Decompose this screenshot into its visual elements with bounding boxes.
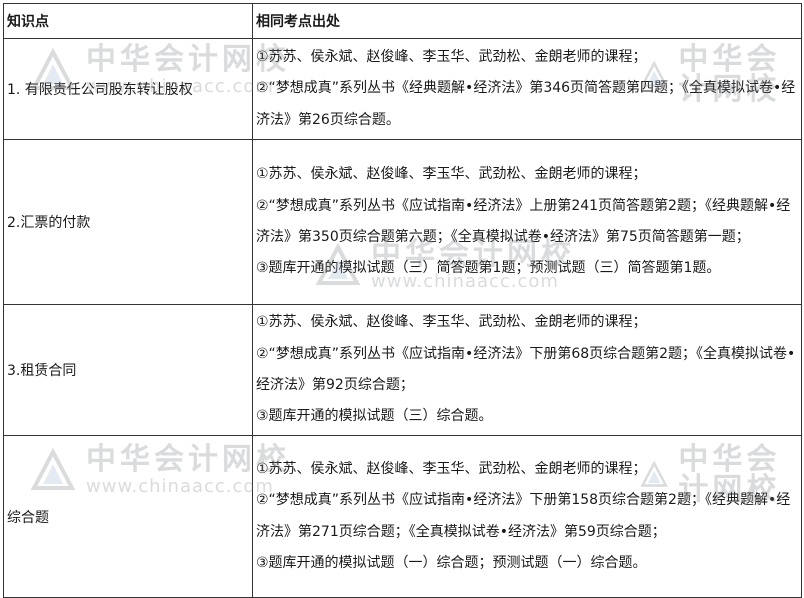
topic-cell: 综合题 bbox=[3, 435, 253, 598]
header-knowledge-point: 知识点 bbox=[3, 3, 253, 39]
table-row: 综合题 ①苏苏、侯永斌、赵俊峰、李玉华、武劲松、金朗老师的课程； ②“梦想成真”… bbox=[3, 435, 802, 598]
source-line: ①苏苏、侯永斌、赵俊峰、李玉华、武劲松、金朗老师的课程； bbox=[256, 460, 647, 477]
source-line: ①苏苏、侯永斌、赵俊峰、李玉华、武劲松、金朗老师的课程； bbox=[256, 166, 647, 183]
source-line: ②“梦想成真”系列丛书《应试指南•经济法》上册第241页简答题第2题；《经典题解… bbox=[256, 197, 791, 245]
source-line: ③题库开通的模拟试题（三）综合题。 bbox=[256, 408, 493, 425]
table-header-row: 知识点 相同考点出处 bbox=[3, 3, 802, 39]
source-line: ③题库开通的模拟试题（一）综合题；预测试题（一）综合题。 bbox=[256, 554, 647, 571]
source-line: ③题库开通的模拟试题（三）简答题第1题；预测试题（三）简答题第1题。 bbox=[256, 260, 721, 277]
source-line: ②“梦想成真”系列丛书《应试指南•经济法》下册第158页综合题第2题；《经典题解… bbox=[256, 492, 791, 540]
knowledge-points-table: 知识点 相同考点出处 1. 有限责任公司股东转让股权 ①苏苏、侯永斌、赵俊峰、李… bbox=[3, 3, 802, 598]
source-cell: ①苏苏、侯永斌、赵俊峰、李玉华、武劲松、金朗老师的课程； ②“梦想成真”系列丛书… bbox=[252, 304, 802, 436]
source-line: ①苏苏、侯永斌、赵俊峰、李玉华、武劲松、金朗老师的课程； bbox=[256, 314, 647, 331]
source-line: ①苏苏、侯永斌、赵俊峰、李玉华、武劲松、金朗老师的课程； bbox=[256, 48, 647, 65]
source-cell: ①苏苏、侯永斌、赵俊峰、李玉华、武劲松、金朗老师的课程； ②“梦想成真”系列丛书… bbox=[252, 435, 802, 598]
table-row: 3.租赁合同 ①苏苏、侯永斌、赵俊峰、李玉华、武劲松、金朗老师的课程； ②“梦想… bbox=[3, 304, 802, 436]
header-source: 相同考点出处 bbox=[252, 3, 802, 39]
topic-cell: 1. 有限责任公司股东转让股权 bbox=[3, 38, 253, 140]
source-cell: ①苏苏、侯永斌、赵俊峰、李玉华、武劲松、金朗老师的课程； ②“梦想成真”系列丛书… bbox=[252, 139, 802, 305]
table-row: 2.汇票的付款 ①苏苏、侯永斌、赵俊峰、李玉华、武劲松、金朗老师的课程； ②“梦… bbox=[3, 139, 802, 305]
topic-cell: 2.汇票的付款 bbox=[3, 139, 253, 305]
topic-cell: 3.租赁合同 bbox=[3, 304, 253, 436]
table-row: 1. 有限责任公司股东转让股权 ①苏苏、侯永斌、赵俊峰、李玉华、武劲松、金朗老师… bbox=[3, 38, 802, 140]
source-cell: ①苏苏、侯永斌、赵俊峰、李玉华、武劲松、金朗老师的课程； ②“梦想成真”系列丛书… bbox=[252, 38, 802, 140]
source-line: ②“梦想成真”系列丛书《经典题解•经济法》第346页简答题第四题；《全真模拟试卷… bbox=[256, 80, 796, 128]
source-line: ②“梦想成真”系列丛书《应试指南•经济法》下册第68页综合题第2题；《全真模拟试… bbox=[256, 345, 796, 393]
